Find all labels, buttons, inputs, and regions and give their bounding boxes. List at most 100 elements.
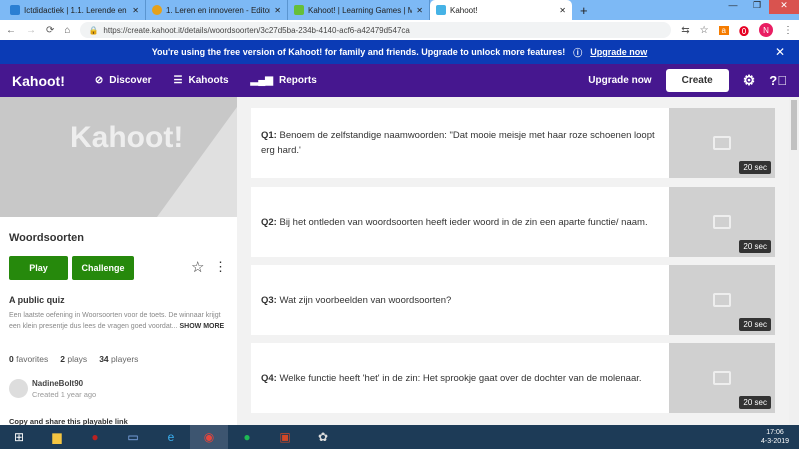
question-image-placeholder: 20 sec <box>669 187 775 257</box>
cover-image: Kahoot! <box>0 97 237 217</box>
browser-tab[interactable]: 1. Leren en innoveren - Editor - J✕ <box>146 0 288 20</box>
question-image-placeholder: 20 sec <box>669 343 775 413</box>
remote-desktop-icon[interactable]: ▭ <box>114 425 152 449</box>
clock-date: 4-3-2019 <box>760 438 789 445</box>
profile-avatar[interactable]: N <box>759 23 773 37</box>
create-button[interactable]: Create <box>665 69 729 92</box>
home-icon[interactable]: ⌂ <box>64 25 70 36</box>
tab-label: 1. Leren en innoveren - Editor - J <box>166 5 271 15</box>
url-input[interactable]: 🔒 https://create.kahoot.it/details/woords… <box>80 22 672 38</box>
play-button[interactable]: Play <box>9 256 68 280</box>
browser-tab[interactable]: Ictdidactiek | 1.1. Lerende en inno ✕ <box>4 0 146 20</box>
nav-label: Discover <box>109 75 152 86</box>
powerpoint-icon[interactable]: ▣ <box>266 425 304 449</box>
close-tab-icon[interactable]: ✕ <box>559 6 566 15</box>
close-window-button[interactable]: ✕ <box>769 0 799 14</box>
chrome-icon[interactable]: ◉ <box>190 425 228 449</box>
kahoot-details-panel: Kahoot! Woordsoorten Play Challenge ☆ ⋮ … <box>0 97 237 426</box>
stats: 0 favorites 2 plays 34 players <box>9 354 138 364</box>
scrollbar-thumb[interactable] <box>791 100 797 150</box>
close-banner-icon[interactable]: ✕ <box>775 45 785 59</box>
info-icon: ⓘ <box>573 47 583 58</box>
tab-label: Kahoot! <box>450 5 478 15</box>
question-card[interactable]: Q4: Welke functie heeft 'het' in de zin:… <box>251 343 775 413</box>
file-explorer-icon[interactable]: ▆ <box>38 425 76 449</box>
tab-label: Kahoot! | Learning Games | Make <box>308 5 413 15</box>
question-number: Q2: <box>261 216 277 228</box>
nav-label: Kahoots <box>188 75 229 86</box>
challenge-button[interactable]: Challenge <box>72 256 134 280</box>
list-icon: ☰ <box>173 75 183 86</box>
cover-logo: Kahoot! <box>70 121 184 154</box>
help-icon[interactable]: ?⃝ <box>769 73 787 88</box>
forward-icon[interactable]: → <box>26 25 36 36</box>
author-avatar[interactable] <box>9 379 28 398</box>
maximize-button[interactable]: ❐ <box>745 0 769 14</box>
scrollbar[interactable] <box>789 97 799 425</box>
system-clock[interactable]: 17:06 4-3-2019 <box>761 428 799 446</box>
question-image-placeholder: 20 sec <box>669 108 775 178</box>
more-options-icon[interactable]: ⋮ <box>214 259 227 275</box>
banner-upgrade-link[interactable]: Upgrade now <box>590 47 647 57</box>
players-count: 34 <box>99 354 109 364</box>
close-tab-icon[interactable]: ✕ <box>416 6 423 15</box>
kahoot-logo[interactable]: Kahoot! <box>12 73 65 89</box>
browser-tab[interactable]: Kahoot! | Learning Games | Make✕ <box>288 0 430 20</box>
question-number: Q1: <box>261 130 277 141</box>
question-card[interactable]: Q1: Benoem de zelfstandige naamwoorden: … <box>251 108 775 178</box>
nav-label: Reports <box>278 75 317 86</box>
created-date: Created 1 year ago <box>32 390 97 399</box>
spotify-icon[interactable]: ● <box>228 425 266 449</box>
plays-count: 2 <box>60 354 65 364</box>
reload-icon[interactable]: ⟳ <box>46 25 54 36</box>
question-text: Welke functie heeft 'het' in de zin: Het… <box>279 372 642 384</box>
start-windows-icon[interactable]: ⊞ <box>0 425 38 449</box>
upgrade-now-button[interactable]: Upgrade now <box>588 75 651 86</box>
image-icon <box>713 215 731 229</box>
favorites-count: 0 <box>9 354 14 364</box>
players-label: players <box>111 354 139 364</box>
banner-text: You're using the free version of Kahoot!… <box>151 47 566 57</box>
question-card[interactable]: Q2: Bij het ontleden van woordsoorten he… <box>251 187 775 257</box>
paint-icon[interactable]: ✿ <box>304 425 342 449</box>
translate-icon[interactable]: ⇆ <box>681 25 689 36</box>
time-limit-badge: 20 sec <box>739 161 771 174</box>
browser-tab-active[interactable]: Kahoot! ✕ <box>430 0 572 20</box>
question-number: Q3: <box>261 294 277 306</box>
back-icon[interactable]: ← <box>6 25 16 36</box>
image-icon <box>713 371 731 385</box>
image-icon <box>713 293 731 307</box>
bar-chart-icon: ▂▄▆ <box>250 75 273 86</box>
show-more-link[interactable]: SHOW MORE <box>179 323 224 330</box>
question-image-placeholder: 20 sec <box>669 265 775 335</box>
clock-time: 17:06 <box>766 429 784 436</box>
pinterest-icon[interactable]: ⓿ <box>739 23 749 38</box>
favorite-star-icon[interactable]: ☆ <box>191 258 204 276</box>
internet-explorer-icon[interactable]: e <box>152 425 190 449</box>
gear-icon[interactable]: ⚙ <box>743 72 756 89</box>
nav-kahoots[interactable]: ☰ Kahoots <box>174 75 229 86</box>
browser-tabstrip: Ictdidactiek | 1.1. Lerende en inno ✕ 1. … <box>0 0 799 20</box>
visibility-label: A public quiz <box>9 295 65 305</box>
new-tab-button[interactable]: + <box>572 3 596 18</box>
close-tab-icon[interactable]: ✕ <box>132 6 139 15</box>
question-card[interactable]: Q3: Wat zijn voorbeelden van woordsoorte… <box>251 265 775 335</box>
close-tab-icon[interactable]: ✕ <box>274 6 281 15</box>
author-name[interactable]: NadineBolt90 <box>32 379 83 388</box>
question-text: Bij het ontleden van woordsoorten heeft … <box>279 216 648 228</box>
upgrade-banner: You're using the free version of Kahoot!… <box>0 40 799 64</box>
question-number: Q4: <box>261 372 277 384</box>
nav-reports[interactable]: ▂▄▆ Reports <box>251 75 317 86</box>
minimize-button[interactable]: — <box>721 0 745 14</box>
bookmark-star-icon[interactable]: ☆ <box>700 25 709 36</box>
extension-icon[interactable]: a <box>718 25 729 35</box>
time-limit-badge: 20 sec <box>739 240 771 253</box>
menu-icon[interactable]: ⋮ <box>783 25 793 36</box>
app-icon[interactable]: ● <box>76 425 114 449</box>
time-limit-badge: 20 sec <box>739 318 771 331</box>
favicon-icon <box>10 5 20 15</box>
image-icon <box>713 136 731 150</box>
address-bar: ← → ⟳ ⌂ 🔒 https://create.kahoot.it/details/w… <box>0 20 799 40</box>
plays-label: plays <box>67 354 88 364</box>
nav-discover[interactable]: ⊘ Discover <box>95 75 152 86</box>
